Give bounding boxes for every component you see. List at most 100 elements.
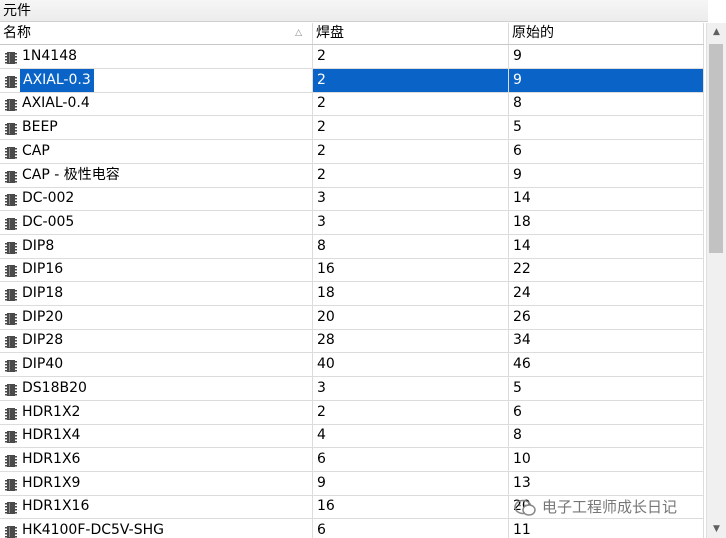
cell-name: DIP20 — [0, 305, 313, 329]
cell-pads: 2 — [313, 163, 509, 187]
component-chip-icon — [4, 477, 18, 491]
component-name: HDR1X16 — [22, 498, 90, 515]
component-chip-icon — [4, 311, 18, 325]
component-name: DIP16 — [22, 261, 64, 278]
table-row[interactable]: DIP8 8 14 — [0, 234, 704, 259]
component-chip-icon — [4, 382, 18, 396]
cell-name: HDR1X9 — [0, 471, 313, 495]
cell-pads: 4 — [313, 424, 509, 448]
cell-original: 46 — [509, 353, 704, 377]
table-row[interactable]: HDR1X6 6 10 — [0, 447, 704, 472]
panel-title: 元件 — [0, 0, 708, 22]
watermark-text: 电子工程师成长日记 — [542, 498, 678, 516]
vertical-scrollbar[interactable]: ▲ ▼ — [706, 23, 726, 538]
component-chip-icon — [4, 453, 18, 467]
scrollbar-thumb[interactable] — [709, 44, 723, 253]
cell-name: DIP8 — [0, 234, 313, 258]
component-chip-icon — [4, 97, 18, 112]
component-chip-icon — [4, 406, 18, 420]
cell-original: 9 — [509, 163, 704, 187]
component-chip-icon — [4, 524, 18, 538]
cell-original: 5 — [509, 376, 704, 400]
cell-pads: 40 — [313, 353, 509, 377]
cell-name: DC-002 — [0, 187, 313, 211]
cell-name: AXIAL-0.4 — [0, 92, 313, 116]
table-row[interactable]: DIP28 28 34 — [0, 329, 704, 354]
scroll-up-icon[interactable]: ▲ — [707, 23, 726, 41]
component-list: 1N4148 2 9 AXIAL-0.3 2 9 AXIAL-0.4 2 8 BEEP 2 5 CAP 2… — [0, 45, 704, 538]
cell-pads: 2 — [313, 116, 509, 140]
component-name: DIP20 — [22, 308, 64, 325]
cell-pads: 9 — [313, 471, 509, 495]
cell-name: BEEP — [0, 116, 313, 140]
cell-name: AXIAL-0.3 — [0, 68, 313, 92]
cell-name: HDR1X2 — [0, 400, 313, 424]
cell-original: 18 — [509, 210, 704, 234]
component-name: DIP40 — [22, 356, 64, 373]
table-row[interactable]: AXIAL-0.4 2 8 — [0, 92, 704, 117]
cell-name: HK4100F-DC5V-SHG — [0, 519, 313, 538]
cell-pads: 2 — [313, 92, 509, 116]
component-chip-icon — [4, 287, 18, 301]
scroll-down-icon[interactable]: ▼ — [707, 520, 726, 538]
component-chip-icon — [4, 240, 18, 254]
cell-original: 26 — [509, 305, 704, 329]
table-row[interactable]: DIP20 20 26 — [0, 305, 704, 330]
component-chip-icon — [4, 429, 18, 444]
table-row[interactable]: DC-005 3 18 — [0, 210, 704, 235]
column-header-pads[interactable]: 焊盘 — [313, 23, 509, 44]
component-name: CAP - 极性电容 — [22, 166, 120, 183]
component-name: BEEP — [22, 119, 58, 136]
table-row[interactable]: DIP18 18 24 — [0, 282, 704, 306]
component-name: AXIAL-0.3 — [20, 68, 94, 92]
table-row[interactable]: AXIAL-0.3 2 9 — [0, 68, 704, 93]
cell-pads: 3 — [313, 187, 509, 211]
component-name: DS18B20 — [22, 379, 87, 396]
component-chip-icon — [4, 334, 18, 349]
component-chip-icon — [4, 50, 18, 64]
column-header-name[interactable]: 名称 △ — [0, 23, 313, 44]
table-row[interactable]: HDR1X9 9 13 — [0, 471, 704, 496]
cell-pads: 3 — [313, 210, 509, 234]
component-name: DC-002 — [22, 190, 75, 207]
table-row[interactable]: HDR1X4 4 8 — [0, 424, 704, 449]
cell-pads: 2 — [313, 45, 509, 68]
table-row[interactable]: DIP16 16 22 — [0, 258, 704, 283]
table-row[interactable]: HK4100F-DC5V-SHG 6 11 — [0, 519, 704, 538]
table-row[interactable]: DC-002 3 14 — [0, 187, 704, 212]
table-row[interactable]: CAP - 极性电容 2 9 — [0, 163, 704, 188]
component-chip-icon — [4, 169, 18, 183]
component-chip-icon — [4, 121, 18, 136]
watermark: 电子工程师成长日记 — [514, 494, 677, 520]
sort-ascending-icon: △ — [295, 28, 302, 38]
component-name: DIP18 — [22, 285, 64, 301]
cell-pads: 6 — [313, 447, 509, 471]
table-row[interactable]: DS18B20 3 5 — [0, 376, 704, 401]
table-row[interactable]: BEEP 2 5 — [0, 116, 704, 141]
cell-original: 9 — [509, 45, 704, 68]
cell-pads: 2 — [313, 68, 509, 92]
table-row[interactable]: CAP 2 6 — [0, 139, 704, 164]
component-chip-icon — [4, 192, 18, 207]
cell-original: 8 — [509, 424, 704, 448]
cell-name: CAP - 极性电容 — [0, 163, 313, 187]
cell-pads: 18 — [313, 282, 509, 305]
component-name: HDR1X2 — [22, 403, 81, 420]
cell-name: HDR1X4 — [0, 424, 313, 448]
cell-original: 14 — [509, 187, 704, 211]
cell-original: 22 — [509, 258, 704, 282]
table-row[interactable]: HDR1X2 2 6 — [0, 400, 704, 425]
column-header-original-label: 原始的 — [512, 25, 554, 41]
cell-name: DIP28 — [0, 329, 313, 353]
wechat-icon — [514, 499, 536, 516]
cell-original: 6 — [509, 400, 704, 424]
component-name: HDR1X4 — [22, 427, 81, 444]
cell-original: 5 — [509, 116, 704, 140]
component-name: DIP28 — [22, 332, 64, 349]
component-chip-icon — [4, 500, 18, 515]
cell-name: DIP40 — [0, 353, 313, 377]
column-header-original[interactable]: 原始的 — [509, 23, 704, 44]
table-row[interactable]: DIP40 40 46 — [0, 353, 704, 378]
table-row[interactable]: 1N4148 2 9 — [0, 45, 704, 69]
cell-pads: 28 — [313, 329, 509, 353]
